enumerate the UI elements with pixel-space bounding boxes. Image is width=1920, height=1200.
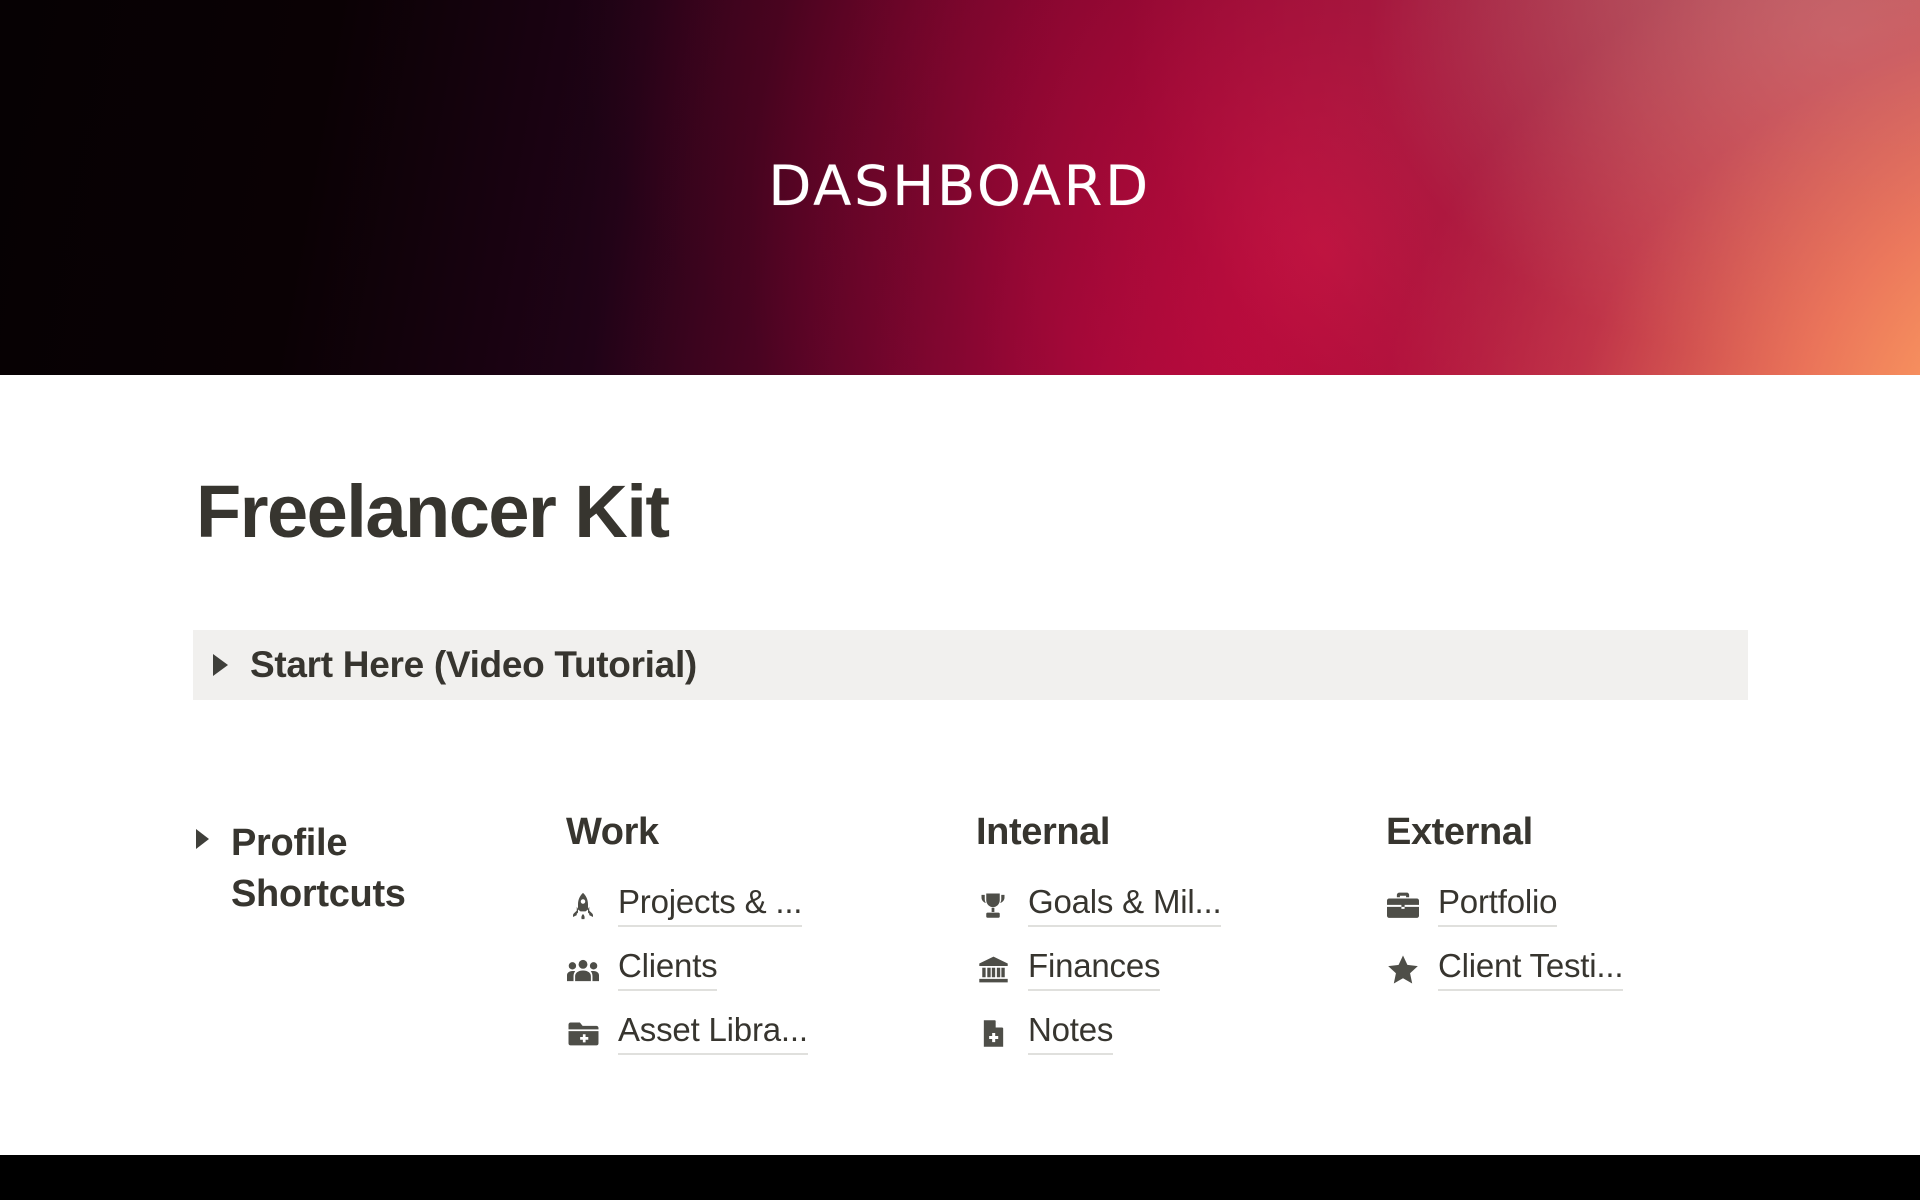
bank-icon <box>976 953 1010 987</box>
profile-shortcuts-label: Profile Shortcuts <box>231 822 406 916</box>
start-here-toggle[interactable]: Start Here (Video Tutorial) <box>193 630 1748 700</box>
link-label[interactable]: Goals & Mil... <box>1028 884 1222 927</box>
page-cover-banner: DASHBOARD <box>0 0 1920 375</box>
trophy-icon <box>976 889 1010 923</box>
link-goals-milestones[interactable]: Goals & Mil... <box>976 874 1386 938</box>
link-label[interactable]: Portfolio <box>1438 884 1557 927</box>
folder-plus-icon <box>566 1017 600 1051</box>
column-external: External Portfolio Client Testi... <box>1386 810 1756 1002</box>
link-label[interactable]: Clients <box>618 948 718 991</box>
briefcase-icon <box>1386 889 1420 923</box>
rocket-icon <box>566 889 600 923</box>
link-label[interactable]: Finances <box>1028 948 1161 991</box>
banner-title: DASHBOARD <box>768 153 1152 218</box>
link-asset-library[interactable]: Asset Libra... <box>566 1002 976 1066</box>
link-label[interactable]: Notes <box>1028 1012 1113 1055</box>
link-notes[interactable]: Notes <box>976 1002 1386 1066</box>
column-heading-external: External <box>1386 811 1533 853</box>
dashboard-page: DASHBOARD Freelancer Kit Start Here (Vid… <box>0 0 1920 1200</box>
column-work: Work Projects & ... Clients Asset Libra.… <box>566 810 976 1066</box>
triangle-right-icon[interactable] <box>213 654 228 676</box>
link-clients[interactable]: Clients <box>566 938 976 1002</box>
star-icon <box>1386 953 1420 987</box>
profile-shortcuts-toggle[interactable]: Profile Shortcuts <box>196 810 566 921</box>
shortcut-columns: Profile Shortcuts Work Projects & ... Cl… <box>196 810 1756 1066</box>
link-finances[interactable]: Finances <box>976 938 1386 1002</box>
column-profile-shortcuts: Profile Shortcuts <box>196 810 566 921</box>
triangle-right-icon[interactable] <box>196 829 209 849</box>
column-heading-work: Work <box>566 811 659 853</box>
link-portfolio[interactable]: Portfolio <box>1386 874 1756 938</box>
banner-title-wrap: DASHBOARD <box>0 0 1920 375</box>
link-label[interactable]: Projects & ... <box>618 884 802 927</box>
link-client-testimonials[interactable]: Client Testi... <box>1386 938 1756 1002</box>
bottom-black-band <box>0 1155 1920 1200</box>
column-internal: Internal Goals & Mil... Finances Notes <box>976 810 1386 1066</box>
page-title: Freelancer Kit <box>196 470 670 553</box>
link-label[interactable]: Asset Libra... <box>618 1012 808 1055</box>
link-label[interactable]: Client Testi... <box>1438 948 1624 991</box>
people-group-icon <box>566 953 600 987</box>
column-heading-internal: Internal <box>976 811 1111 853</box>
page-content: Freelancer Kit Start Here (Video Tutoria… <box>0 375 1920 1155</box>
start-here-label: Start Here (Video Tutorial) <box>250 644 697 685</box>
link-projects[interactable]: Projects & ... <box>566 874 976 938</box>
document-plus-icon <box>976 1017 1010 1051</box>
